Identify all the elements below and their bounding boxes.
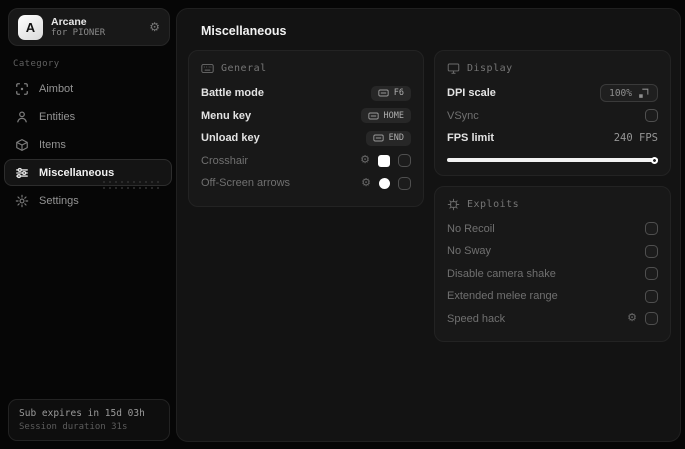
slider-track (447, 158, 658, 162)
sidebar-item-miscellaneous[interactable]: Miscellaneous (4, 159, 172, 189)
keybind-button-menu-key[interactable]: HOME (360, 108, 411, 124)
exploits-card: Exploits No Recoil No Sway Disable camer… (434, 185, 671, 342)
setting-row-disable-camera-shake: Disable camera shake (447, 263, 658, 286)
gear-icon[interactable]: ⚙ (361, 177, 371, 189)
sidebar-item-label: Entities (39, 110, 76, 123)
setting-row-speed-hack: Speed hack ⚙ (447, 308, 658, 331)
keyboard-icon (373, 134, 384, 142)
crosshair-checkbox[interactable] (398, 154, 411, 168)
app-logo: A (18, 14, 43, 40)
setting-label: Battle mode (201, 87, 264, 100)
vsync-checkbox[interactable] (645, 109, 658, 123)
keybind-button-battle-mode[interactable]: F6 (370, 85, 411, 101)
setting-label: Unload key (201, 132, 260, 145)
setting-row-no-recoil: No Recoil (447, 218, 658, 241)
fps-limit-slider[interactable] (447, 156, 658, 164)
sidebar-item-entities[interactable]: Entities (4, 103, 172, 130)
setting-label: FPS limit (447, 132, 495, 145)
fps-limit-value: 240 FPS (613, 132, 658, 145)
session-info-card: Sub expires in 15d 03h Session duration … (8, 399, 170, 441)
color-swatch[interactable] (379, 177, 390, 189)
gear-icon[interactable]: ⚙ (360, 155, 370, 166)
section-title: General (221, 63, 267, 74)
setting-label: Disable camera shake (447, 267, 556, 280)
bug-icon (447, 198, 460, 210)
sidebar-item-label: Miscellaneous (39, 166, 115, 179)
disable-camera-shake-checkbox[interactable] (645, 267, 658, 281)
color-swatch[interactable] (378, 154, 390, 167)
sidebar-nav: Aimbot Entities Items Miscellaneous Sett… (0, 75, 176, 214)
keyboard-icon (367, 112, 379, 120)
setting-label: Crosshair (201, 154, 249, 167)
setting-row-unload-key: Unload key END (201, 127, 411, 150)
entities-icon (17, 110, 27, 122)
setting-row-crosshair: Crosshair ⚙ (201, 150, 411, 173)
main-panel: Miscellaneous General Battle mode F6 Men… (176, 8, 681, 442)
setting-label: No Sway (447, 245, 492, 258)
app-name: Arcane (51, 15, 87, 28)
category-label: Category (13, 59, 60, 69)
page-title: Miscellaneous (201, 24, 287, 38)
gear-icon[interactable]: ⚙ (149, 20, 160, 34)
monitor-icon (447, 63, 460, 74)
keybind-button-unload-key[interactable]: END (365, 130, 411, 146)
extended-melee-range-checkbox[interactable] (645, 289, 658, 303)
sidebar: A Arcane for PIONER ⚙ Category Aimbot En… (0, 0, 176, 449)
brand-card: A Arcane for PIONER ⚙ (8, 8, 170, 46)
sliders-icon (16, 167, 28, 178)
keyboard-icon (201, 63, 214, 74)
section-title: Exploits (467, 198, 520, 210)
setting-row-dpi-scale: DPI scale 100% (447, 82, 658, 105)
setting-label: Menu key (201, 109, 252, 122)
app-window: A Arcane for PIONER ⚙ Category Aimbot En… (0, 0, 685, 449)
section-title: Display (467, 63, 513, 74)
sub-expires-text: Sub expires in 15d 03h (19, 408, 145, 420)
display-card: Display DPI scale 100% VSync FPS limit 2… (434, 50, 671, 176)
setting-label: DPI scale (447, 87, 496, 100)
setting-row-no-sway: No Sway (447, 240, 658, 263)
no-recoil-checkbox[interactable] (645, 222, 658, 236)
setting-row-menu-key: Menu key HOME (201, 105, 411, 128)
setting-row-fps-limit: FPS limit 240 FPS (447, 127, 658, 150)
slider-knob[interactable] (651, 156, 658, 164)
keyboard-icon (378, 89, 389, 97)
setting-label: Speed hack (447, 312, 506, 325)
setting-row-offscreen-arrows: Off-Screen arrows ⚙ (201, 172, 411, 195)
gear-icon (15, 194, 29, 207)
setting-row-vsync: VSync (447, 105, 658, 128)
sidebar-item-aimbot[interactable]: Aimbot (4, 75, 172, 102)
setting-label: Extended melee range (447, 290, 558, 303)
session-duration-text: Session duration 31s (19, 421, 128, 432)
crosshair-scan-icon (16, 82, 28, 95)
setting-row-extended-melee-range: Extended melee range (447, 285, 658, 308)
setting-label: Off-Screen arrows (201, 177, 291, 190)
sidebar-item-settings[interactable]: Settings (4, 187, 172, 214)
general-card: General Battle mode F6 Menu key HOME Unl… (188, 50, 424, 207)
sidebar-item-items[interactable]: Items (4, 131, 172, 158)
sidebar-item-label: Items (39, 138, 66, 151)
no-sway-checkbox[interactable] (645, 244, 658, 258)
offscreen-arrows-checkbox[interactable] (398, 176, 411, 190)
package-icon (16, 138, 28, 151)
app-subtitle: for PIONER (51, 27, 106, 38)
sidebar-item-label: Settings (39, 194, 79, 207)
setting-label: VSync (447, 109, 479, 122)
gear-icon[interactable]: ⚙ (627, 313, 637, 324)
dpi-scale-select[interactable]: 100% (600, 84, 658, 103)
setting-row-battle-mode: Battle mode F6 (201, 82, 411, 105)
speed-hack-checkbox[interactable] (645, 312, 658, 326)
sidebar-item-label: Aimbot (39, 82, 74, 95)
setting-label: No Recoil (447, 222, 495, 235)
scale-icon (639, 88, 649, 98)
